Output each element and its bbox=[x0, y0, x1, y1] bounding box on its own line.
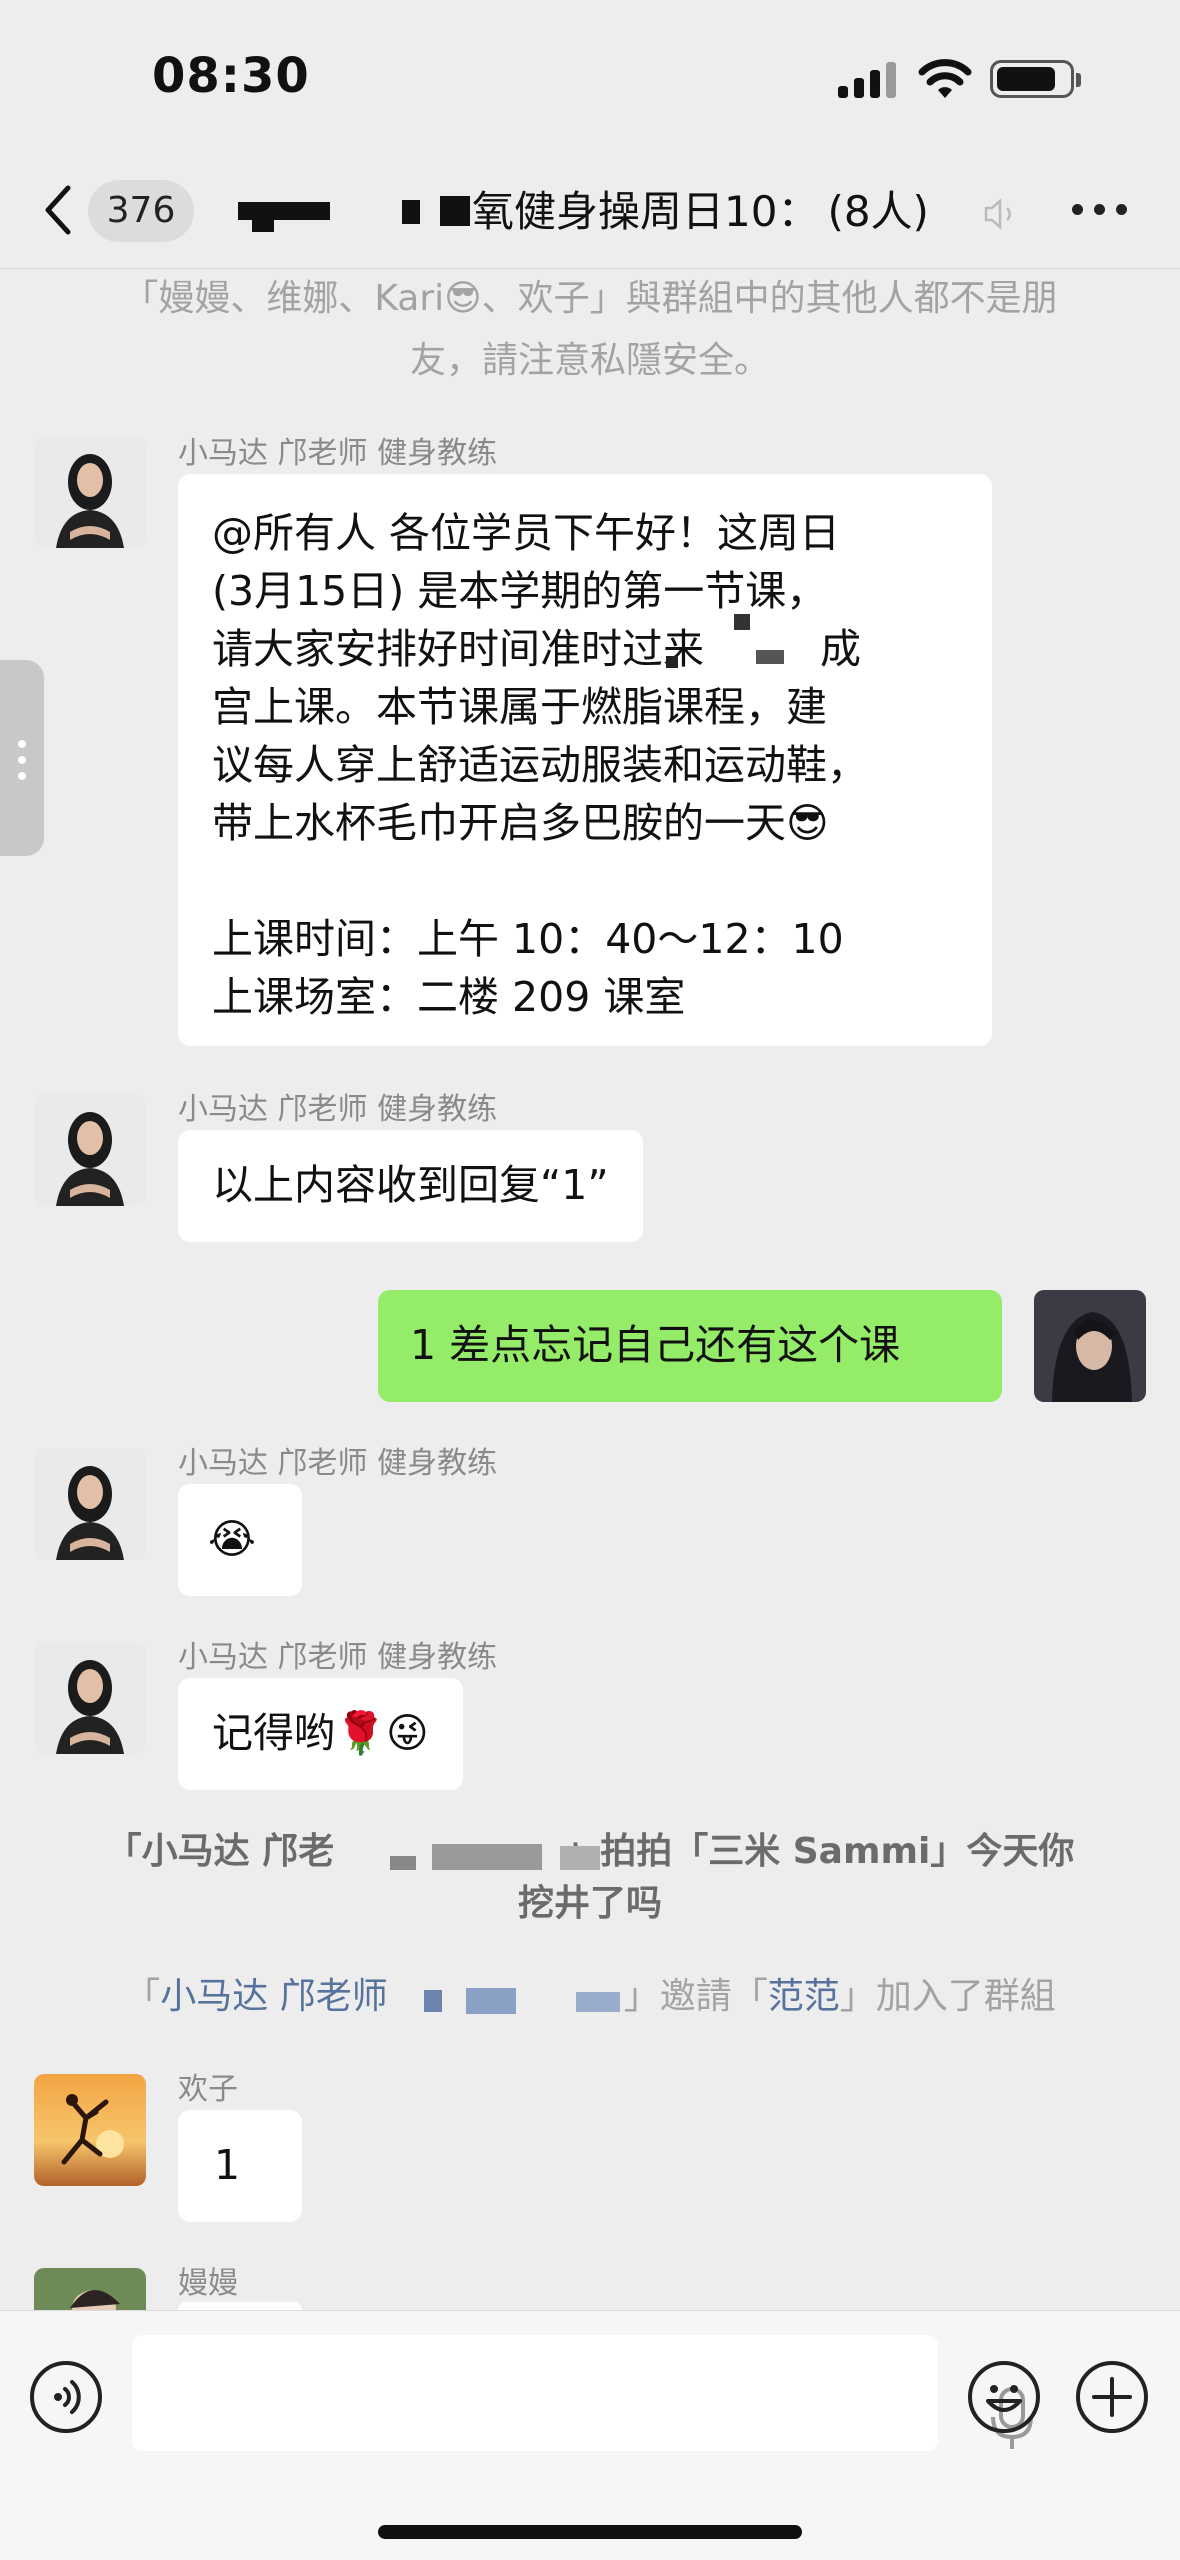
wifi-icon bbox=[918, 59, 972, 98]
redacted-text bbox=[424, 1990, 443, 2012]
pat-notice-middle: 」拍拍「三米 Sammi」今天你 bbox=[564, 1831, 1075, 1872]
privacy-notice-line1: 「嫚嫚、维娜、Kari😎、欢子」與群組中的其他人都不是朋 bbox=[122, 278, 1058, 319]
avatar[interactable] bbox=[34, 2074, 146, 2186]
redacted-text bbox=[560, 1846, 600, 1870]
redacted-title-part bbox=[440, 196, 470, 226]
redacted-text bbox=[466, 1988, 517, 2014]
redacted-title-part bbox=[238, 202, 330, 220]
redacted-title-part bbox=[402, 200, 420, 224]
message-line: 宫上课。本节课属于燃脂课程，建 bbox=[212, 683, 827, 731]
sender-name: 小马达 邝老师 健身教练 bbox=[178, 436, 498, 471]
redacted-title-part bbox=[252, 220, 274, 232]
sender-name: 嫚嫚 bbox=[178, 2266, 238, 2301]
avatar[interactable] bbox=[34, 1448, 146, 1560]
redacted-text bbox=[576, 1992, 621, 2012]
sender-name: 小马达 邝老师 健身教练 bbox=[178, 1446, 498, 1481]
message-line: 带上水杯毛巾开启多巴胺的一天😎 bbox=[212, 799, 829, 847]
message-line: (3月15日) 是本学期的第一节课， bbox=[212, 567, 828, 615]
avatar[interactable] bbox=[34, 2268, 146, 2310]
own-avatar[interactable] bbox=[1034, 1290, 1146, 1402]
input-bar bbox=[0, 2310, 1180, 2560]
status-bar: 08:30 bbox=[0, 0, 1180, 160]
more-icon[interactable] bbox=[1072, 204, 1132, 218]
invite-notice: 「小马达 邝老师 」邀請「范范」加入了群組 bbox=[60, 1966, 1120, 2028]
signal-icon bbox=[838, 62, 900, 98]
message-line: 上课时间：上午 10：40～12：10 bbox=[212, 915, 844, 963]
pat-notice-line2: 挖井了吗 bbox=[517, 1883, 662, 1924]
redacted-text bbox=[666, 656, 678, 668]
avatar[interactable] bbox=[34, 1094, 146, 1206]
pat-notice-prefix: 「小马达 邝老 bbox=[105, 1831, 335, 1872]
invite-notice-mid: 」邀請「 bbox=[623, 1976, 768, 2017]
voice-icon[interactable] bbox=[30, 2361, 102, 2433]
privacy-notice-line2: 友，請注意私隱安全。 bbox=[409, 340, 770, 381]
status-time: 08:30 bbox=[152, 48, 310, 104]
unread-count-badge[interactable]: 376 bbox=[88, 180, 194, 242]
message-bubble-own[interactable]: 1 差点忘记自己还有这个课 bbox=[378, 1290, 1002, 1402]
battery-icon bbox=[990, 60, 1081, 98]
message-line: 议每人穿上舒适运动服装和运动鞋， bbox=[212, 741, 868, 789]
emoji-icon[interactable] bbox=[968, 2361, 1040, 2433]
avatar[interactable] bbox=[34, 436, 146, 548]
chat-title-text: 氧健身操周日10： bbox=[472, 187, 820, 236]
privacy-notice: 「嫚嫚、维娜、Kari😎、欢子」與群組中的其他人都不是朋 友，請注意私隱安全。 bbox=[70, 268, 1110, 392]
redacted-text bbox=[756, 650, 784, 664]
message-bubble[interactable]: 以上内容收到回复“1” bbox=[178, 1130, 643, 1242]
sender-name: 小马达 邝老师 健身教练 bbox=[178, 1640, 498, 1675]
invitee-link[interactable]: 范范 bbox=[768, 1976, 840, 2017]
message-line: 上课场室：二楼 209 课室 bbox=[212, 973, 686, 1021]
redacted-text bbox=[390, 1856, 416, 1870]
message-line-text: 请大家安排好时间准时过来 bbox=[212, 625, 704, 673]
member-count: (8人) bbox=[827, 187, 929, 236]
message-bubble[interactable]: @所有人 各位学员下午好！这周日 (3月15日) 是本学期的第一节课， 请大家安… bbox=[178, 474, 992, 1046]
message-input[interactable] bbox=[132, 2335, 1033, 2451]
side-drawer-handle[interactable] bbox=[0, 660, 44, 856]
mute-icon bbox=[984, 198, 1011, 230]
inviter-link[interactable]: 小马达 邝老师 bbox=[160, 1976, 387, 2017]
redacted-text bbox=[734, 614, 750, 630]
chat-title[interactable]: 氧健身操周日10： (8人) bbox=[472, 178, 929, 239]
invite-notice-close: 」加入了群組 bbox=[839, 1976, 1056, 2017]
sender-name: 小马达 邝老师 健身教练 bbox=[178, 1092, 498, 1127]
chat-header: 376 氧健身操周日10： (8人) bbox=[0, 160, 1180, 270]
message-bubble[interactable]: 1 bbox=[178, 2110, 302, 2222]
back-icon[interactable] bbox=[38, 182, 78, 238]
message-line: 请大家安排好时间准时过来 成 bbox=[212, 614, 958, 678]
avatar[interactable] bbox=[34, 1642, 146, 1754]
invite-bracket-open: 「 bbox=[124, 1976, 161, 2017]
plus-icon[interactable] bbox=[1076, 2361, 1148, 2433]
message-line: @所有人 各位学员下午好！这周日 bbox=[212, 509, 841, 557]
sender-name: 欢子 bbox=[178, 2072, 238, 2107]
message-bubble[interactable]: 记得哟🌹😜 bbox=[178, 1678, 463, 1790]
pat-notice: 「小马达 邝老 」拍拍「三米 Sammi」今天你 挖井了吗 bbox=[60, 1826, 1120, 1930]
home-indicator bbox=[378, 2525, 802, 2539]
redacted-text bbox=[432, 1844, 542, 1870]
message-bubble[interactable] bbox=[178, 2302, 302, 2310]
message-bubble[interactable]: 😭 bbox=[178, 1484, 302, 1596]
message-line-tail: 成 bbox=[820, 625, 861, 673]
